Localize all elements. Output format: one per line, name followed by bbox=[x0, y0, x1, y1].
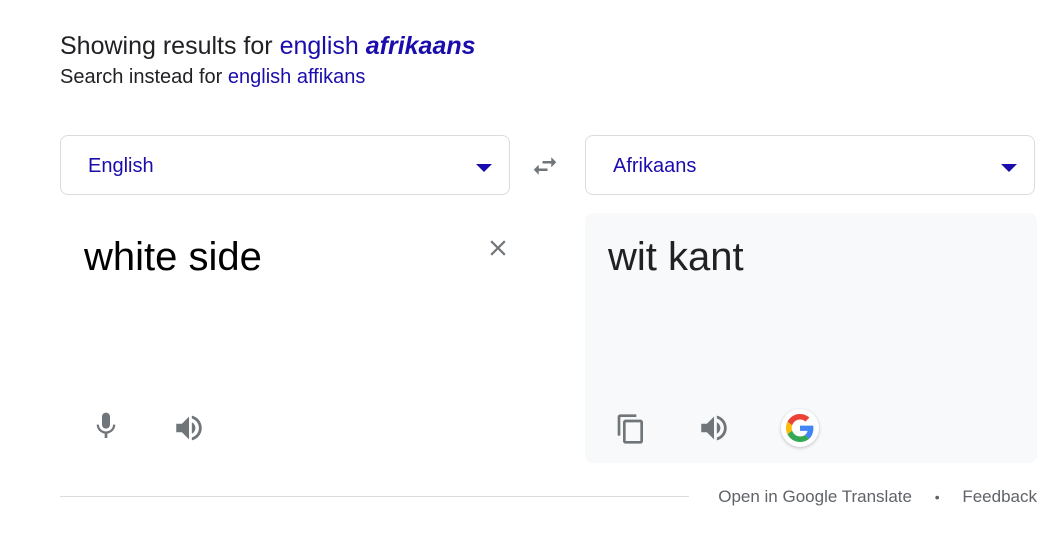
voice-input-button[interactable] bbox=[90, 408, 122, 444]
footer-separator: • bbox=[934, 489, 940, 505]
dropdown-caret-icon bbox=[476, 164, 492, 172]
source-language-select[interactable]: English bbox=[60, 135, 510, 195]
feedback-link[interactable]: Feedback bbox=[962, 487, 1037, 506]
google-g-icon bbox=[786, 414, 814, 442]
swap-horiz-icon bbox=[533, 157, 557, 175]
listen-translation-button[interactable] bbox=[697, 411, 731, 445]
clear-text-button[interactable] bbox=[485, 235, 511, 261]
google-search-button[interactable] bbox=[781, 409, 819, 447]
translated-text: wit kant bbox=[608, 235, 744, 279]
target-language-select[interactable]: Afrikaans bbox=[585, 135, 1035, 195]
original-query-link[interactable]: english affikans bbox=[228, 66, 366, 88]
corrected-query-plain: english bbox=[279, 32, 359, 60]
microphone-icon bbox=[96, 412, 116, 438]
volume-up-icon bbox=[176, 415, 202, 441]
translation-panel: wit kant bbox=[585, 213, 1037, 463]
copy-icon bbox=[617, 414, 643, 444]
open-in-translate-link[interactable]: Open in Google Translate bbox=[718, 487, 912, 506]
spelling-correction: Showing results for english afrikaans bbox=[60, 30, 476, 62]
showing-prefix: Showing results for bbox=[60, 32, 273, 60]
target-language-label: Afrikaans bbox=[613, 155, 697, 177]
corrected-query-link[interactable]: english afrikaans bbox=[280, 32, 476, 60]
search-instead-prefix: Search instead for bbox=[60, 66, 223, 88]
search-instead: Search instead for english affikans bbox=[60, 64, 365, 90]
source-text-input[interactable]: white side bbox=[84, 233, 262, 281]
source-panel: white side bbox=[60, 213, 512, 463]
dropdown-caret-icon bbox=[1001, 164, 1017, 172]
volume-up-icon bbox=[701, 415, 727, 441]
corrected-query-bold: afrikaans bbox=[365, 32, 476, 60]
swap-languages-button[interactable] bbox=[530, 151, 560, 181]
close-icon bbox=[490, 240, 506, 256]
footer-divider bbox=[60, 496, 689, 497]
listen-source-button[interactable] bbox=[172, 411, 206, 445]
footer-links: Open in Google Translate • Feedback bbox=[718, 486, 1037, 508]
translate-widget: Showing results for english afrikaans Se… bbox=[0, 0, 1056, 544]
copy-translation-button[interactable] bbox=[615, 411, 647, 447]
source-language-label: English bbox=[88, 155, 154, 177]
